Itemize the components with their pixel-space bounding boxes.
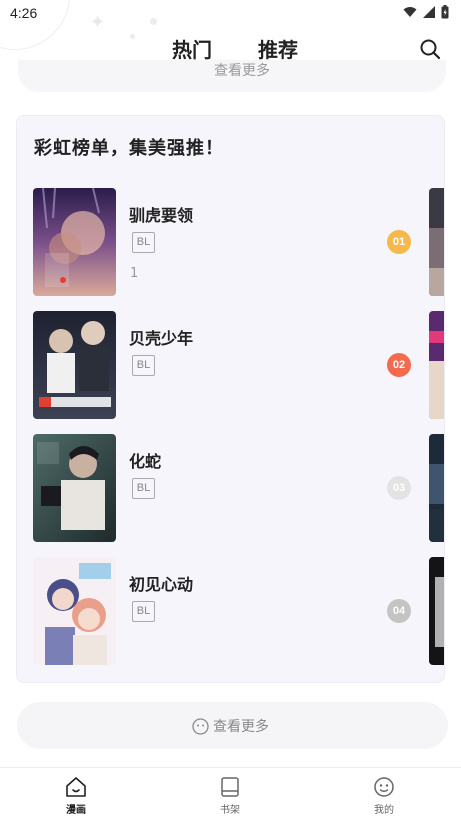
nav-label-bookshelf: 书架 [220,805,240,816]
nav-item-comics[interactable]: 漫画 [46,776,106,816]
wifi-icon [403,7,417,17]
tab-recommend[interactable]: 推荐 [258,34,298,63]
profile-icon [374,777,394,797]
view-more-content: 查看更多 [192,716,269,736]
view-more-button[interactable]: 查看更多 [17,702,448,749]
rank-badge: 03 [387,476,411,500]
rank-badge: 04 [387,599,411,623]
comic-cover-image[interactable] [33,557,116,665]
view-more-label: 查看更多 [213,719,269,735]
search-icon[interactable] [419,38,441,60]
bottom-nav: 漫画 书架 我的 [0,767,461,820]
rank-badge: 02 [387,353,411,377]
comic-title[interactable]: 初见心动 [129,571,193,595]
ranking-card: 彩虹榜单，集美强推！ 驯虎要领 BL 1 01 贝壳少年 BL 02 化蛇 BL… [16,115,445,683]
ranking-row[interactable]: 驯虎要领 BL 1 01 [33,188,444,296]
ranking-row[interactable]: 贝壳少年 BL 02 [33,311,444,419]
ranking-title: 彩虹榜单，集美强推！ [34,138,224,159]
comic-extra-info: 1 [130,266,139,281]
decorative-dot [150,18,157,25]
next-cover-preview[interactable] [429,434,444,542]
nav-item-profile[interactable]: 我的 [354,776,414,816]
genre-tag: BL [132,601,155,622]
status-time: 4:26 [10,5,38,21]
ranking-row[interactable]: 初见心动 BL 04 [33,557,444,665]
genre-tag: BL [132,232,155,253]
next-cover-preview[interactable] [429,311,444,419]
comic-cover-image[interactable] [33,434,116,542]
previous-more-button[interactable]: 查看更多 [18,60,446,92]
nav-item-bookshelf[interactable]: 书架 [200,776,260,816]
next-cover-preview[interactable] [429,557,444,665]
battery-icon [441,5,449,19]
comic-title[interactable]: 化蛇 [129,448,161,472]
status-icons [403,5,449,19]
app-page: ✦ 4:26 热门 推荐 查看更多 彩虹榜单，集美强推！ 驯虎要领 BL 1 0… [0,0,461,820]
nav-label-comics: 漫画 [66,805,86,816]
nav-label-profile: 我的 [374,805,394,816]
comic-title[interactable]: 贝壳少年 [129,325,193,349]
book-icon [221,777,239,797]
home-icon [66,777,86,797]
tab-hot[interactable]: 热门 [172,34,212,63]
ranking-row[interactable]: 化蛇 BL 03 [33,434,444,542]
comic-cover-image[interactable] [33,311,116,419]
genre-tag: BL [132,478,155,499]
rank-badge: 01 [387,230,411,254]
genre-tag: BL [132,355,155,376]
status-bar: ✦ 4:26 [0,0,461,50]
next-cover-preview[interactable] [429,188,444,296]
comic-cover-image[interactable] [33,188,116,296]
signal-icon [423,6,435,18]
previous-more-label: 查看更多 [214,63,270,79]
comic-title[interactable]: 驯虎要领 [129,202,193,226]
smile-icon [192,717,209,735]
